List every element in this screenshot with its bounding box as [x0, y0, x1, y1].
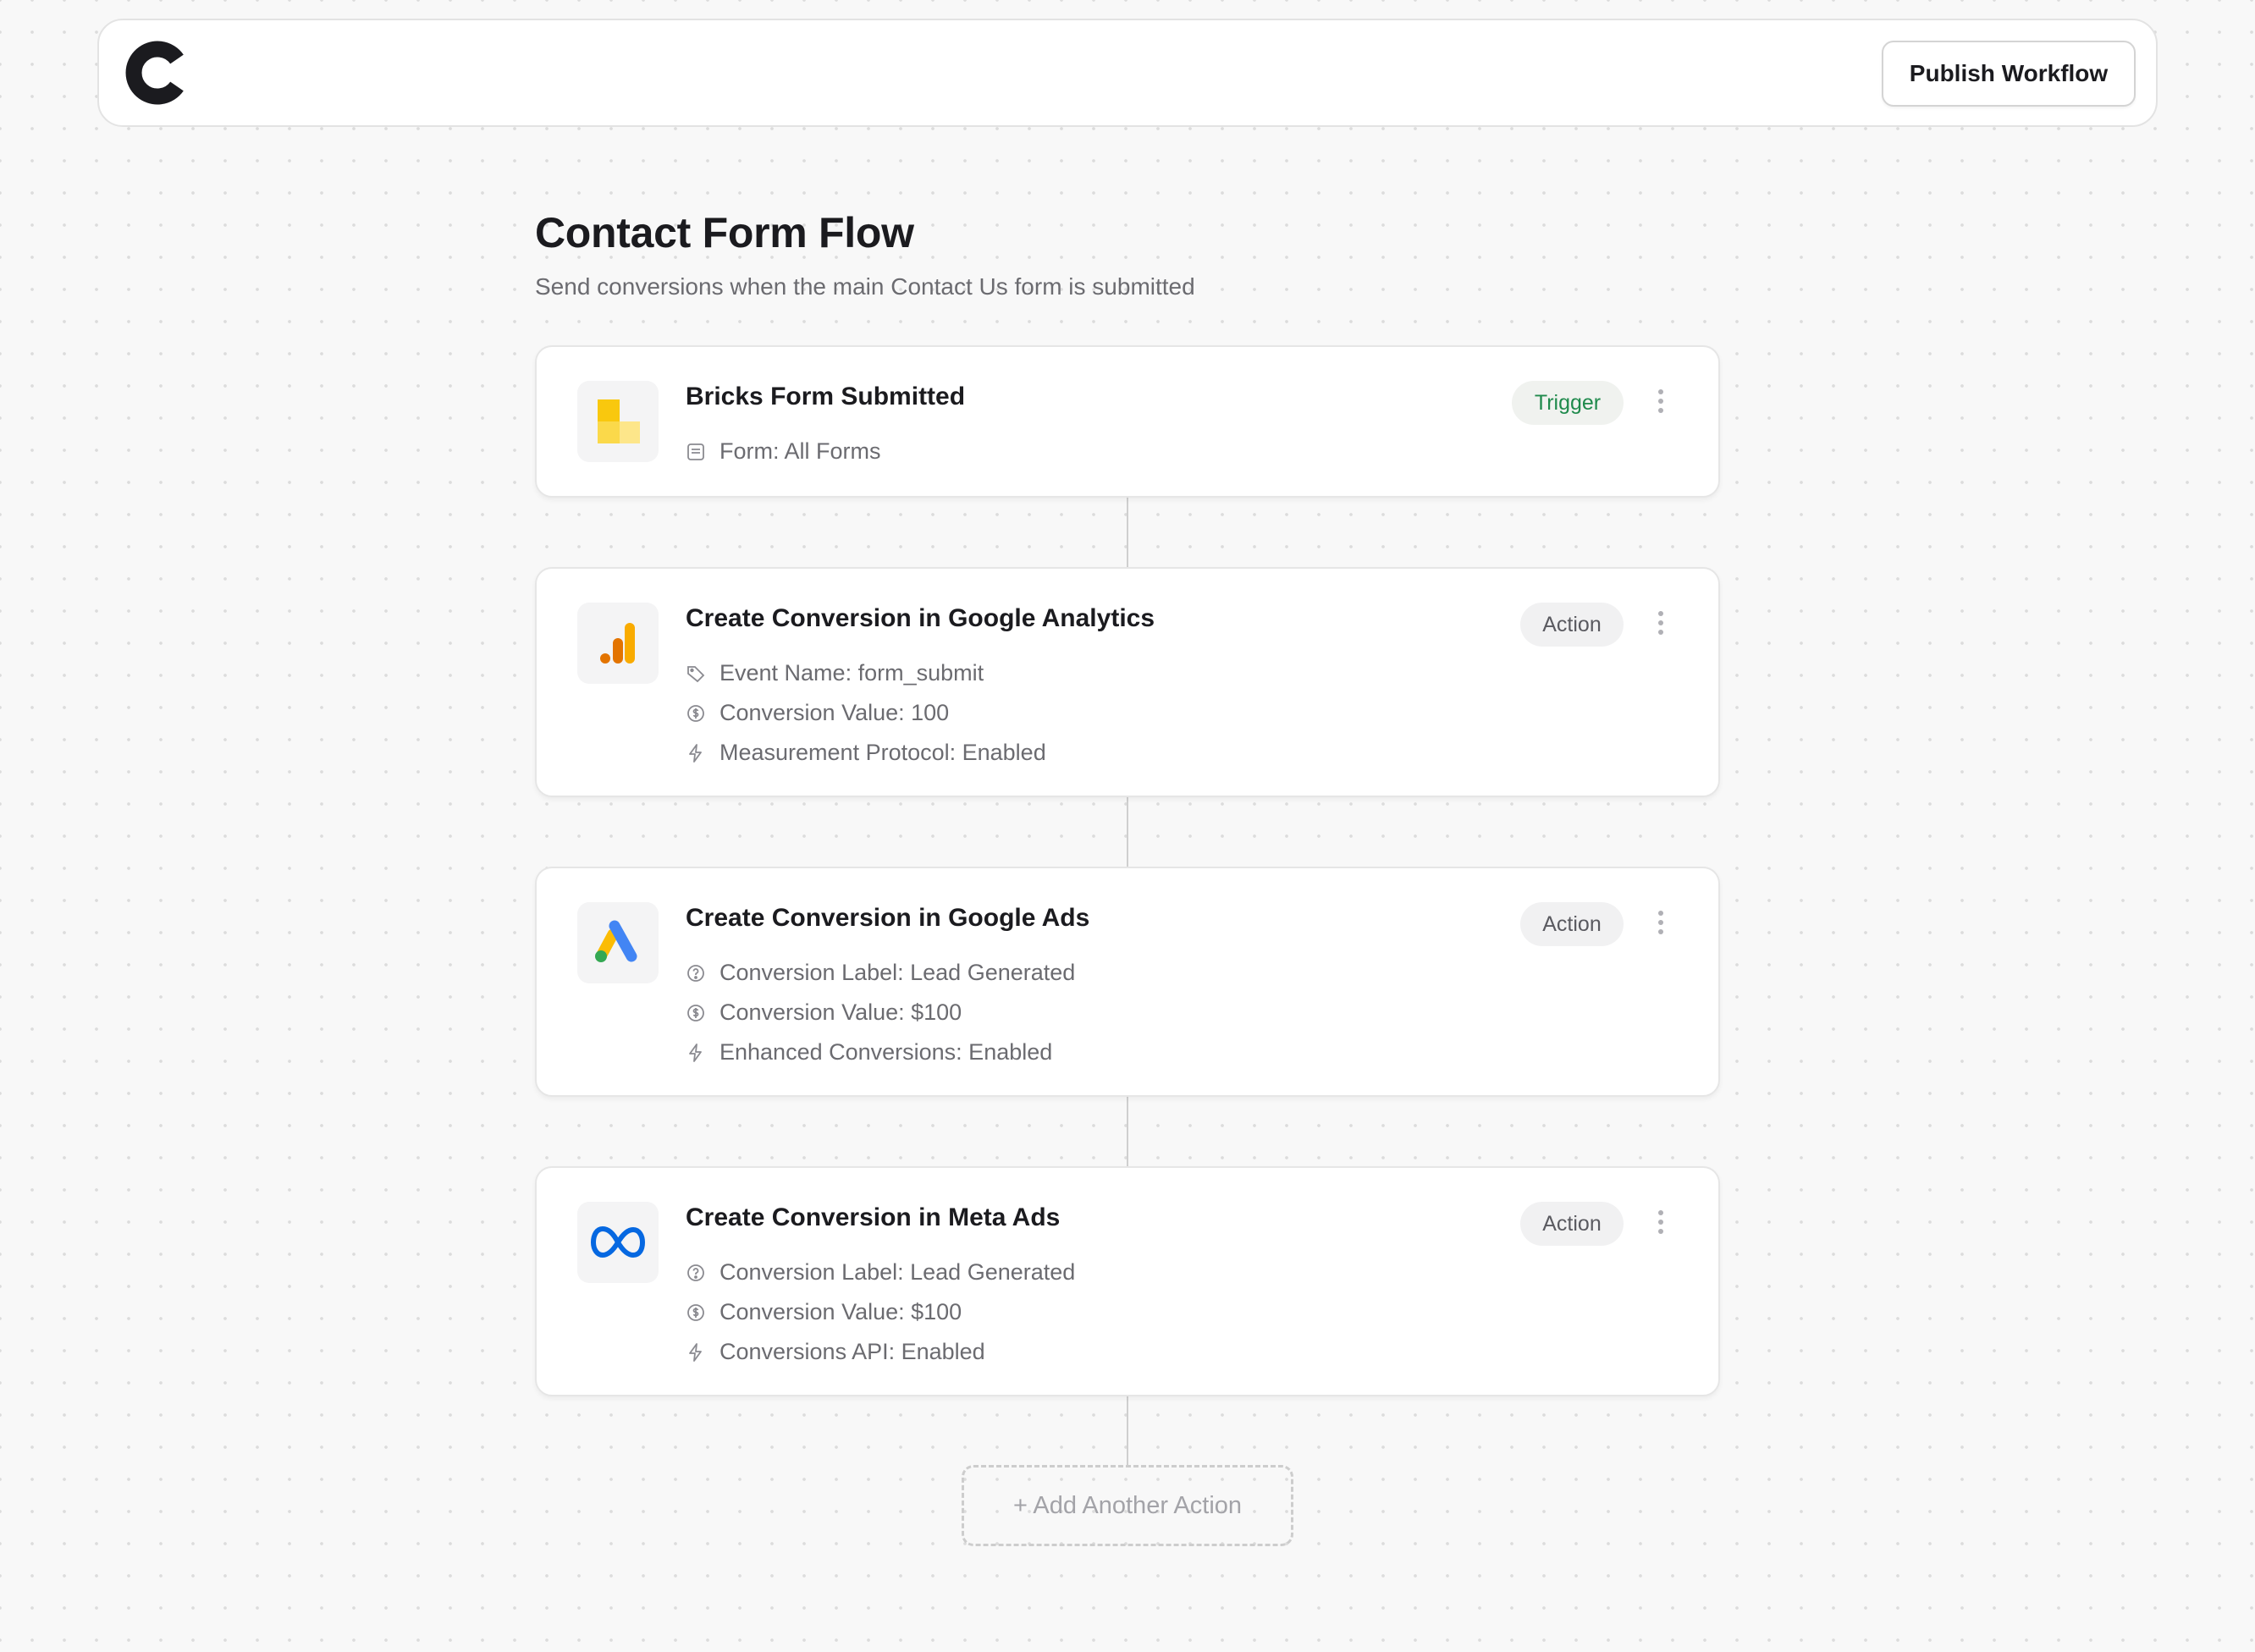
bricks-icon [577, 381, 659, 462]
detail-text: Conversion Value: 100 [720, 700, 950, 725]
page-title: Contact Form Flow [535, 209, 914, 256]
action-badge: Action [1520, 902, 1624, 946]
tag-icon [686, 663, 708, 685]
dollar-icon [686, 1002, 708, 1024]
detail-text: Enhanced Conversions: Enabled [720, 1039, 1053, 1065]
flow-connector [1127, 1396, 1128, 1465]
detail-row: Conversion Label: Lead Generated [686, 1253, 1075, 1292]
meta-icon [577, 1202, 659, 1283]
question-icon [686, 962, 708, 984]
detail-row: Conversion Value: $100 [686, 993, 1075, 1032]
step-card-trigger[interactable]: Bricks Form Submitted Form: All Forms Tr… [535, 345, 1720, 498]
step-card-meta-ads[interactable]: Create Conversion in Meta Ads Conversion… [535, 1166, 1720, 1396]
action-badge: Action [1520, 1202, 1624, 1246]
kebab-menu-icon[interactable] [1651, 907, 1671, 938]
detail-text: Conversion Label: Lead Generated [720, 960, 1076, 985]
dollar-icon [686, 702, 708, 724]
question-icon [686, 1262, 708, 1284]
detail-row: Measurement Protocol: Enabled [686, 733, 1046, 773]
step-title: Create Conversion in Google Analytics [686, 604, 1155, 632]
kebab-menu-icon[interactable] [1651, 608, 1671, 638]
bolt-icon [686, 1341, 708, 1363]
trigger-badge: Trigger [1512, 381, 1624, 425]
bolt-icon [686, 742, 708, 764]
kebab-menu-icon[interactable] [1651, 1207, 1671, 1237]
step-card-google-analytics[interactable]: Create Conversion in Google Analytics Ev… [535, 567, 1720, 797]
flow-connector [1127, 1097, 1128, 1166]
detail-row: Conversion Value: $100 [686, 1292, 1075, 1332]
kebab-menu-icon[interactable] [1651, 386, 1671, 416]
publish-workflow-button[interactable]: Publish Workflow [1882, 41, 2136, 107]
step-details: Event Name: form_submit Conversion Value… [686, 653, 1046, 773]
flow-connector [1127, 797, 1128, 867]
detail-row: Conversion Value: 100 [686, 693, 1046, 733]
google-analytics-icon [577, 603, 659, 684]
detail-text: Measurement Protocol: Enabled [720, 740, 1046, 765]
page-subtitle: Send conversions when the main Contact U… [535, 273, 1195, 300]
step-title: Create Conversion in Google Ads [686, 904, 1090, 932]
step-title: Bricks Form Submitted [686, 383, 966, 410]
step-title: Create Conversion in Meta Ads [686, 1203, 1061, 1231]
detail-text: Conversion Label: Lead Generated [720, 1259, 1076, 1285]
top-bar: Publish Workflow [97, 19, 2158, 127]
flow-connector [1127, 498, 1128, 567]
detail-text: Conversion Value: $100 [720, 1299, 962, 1324]
detail-row: Conversion Label: Lead Generated [686, 953, 1075, 993]
step-details: Conversion Label: Lead Generated Convers… [686, 1253, 1075, 1372]
detail-row: Enhanced Conversions: Enabled [686, 1032, 1075, 1072]
form-icon [686, 441, 708, 463]
c-logo-icon[interactable] [124, 39, 192, 107]
detail-text: Form: All Forms [720, 438, 881, 464]
step-details: Form: All Forms [686, 432, 881, 471]
detail-text: Event Name: form_submit [720, 660, 984, 686]
action-badge: Action [1520, 603, 1624, 647]
google-ads-icon [577, 902, 659, 983]
dollar-icon [686, 1302, 708, 1324]
detail-row: Event Name: form_submit [686, 653, 1046, 693]
detail-text: Conversions API: Enabled [720, 1339, 985, 1364]
detail-row: Form: All Forms [686, 432, 881, 471]
add-another-action-button[interactable]: + Add Another Action [962, 1465, 1293, 1546]
detail-text: Conversion Value: $100 [720, 999, 962, 1025]
step-details: Conversion Label: Lead Generated Convers… [686, 953, 1075, 1072]
step-card-google-ads[interactable]: Create Conversion in Google Ads Conversi… [535, 867, 1720, 1097]
detail-row: Conversions API: Enabled [686, 1332, 1075, 1372]
bolt-icon [686, 1042, 708, 1064]
